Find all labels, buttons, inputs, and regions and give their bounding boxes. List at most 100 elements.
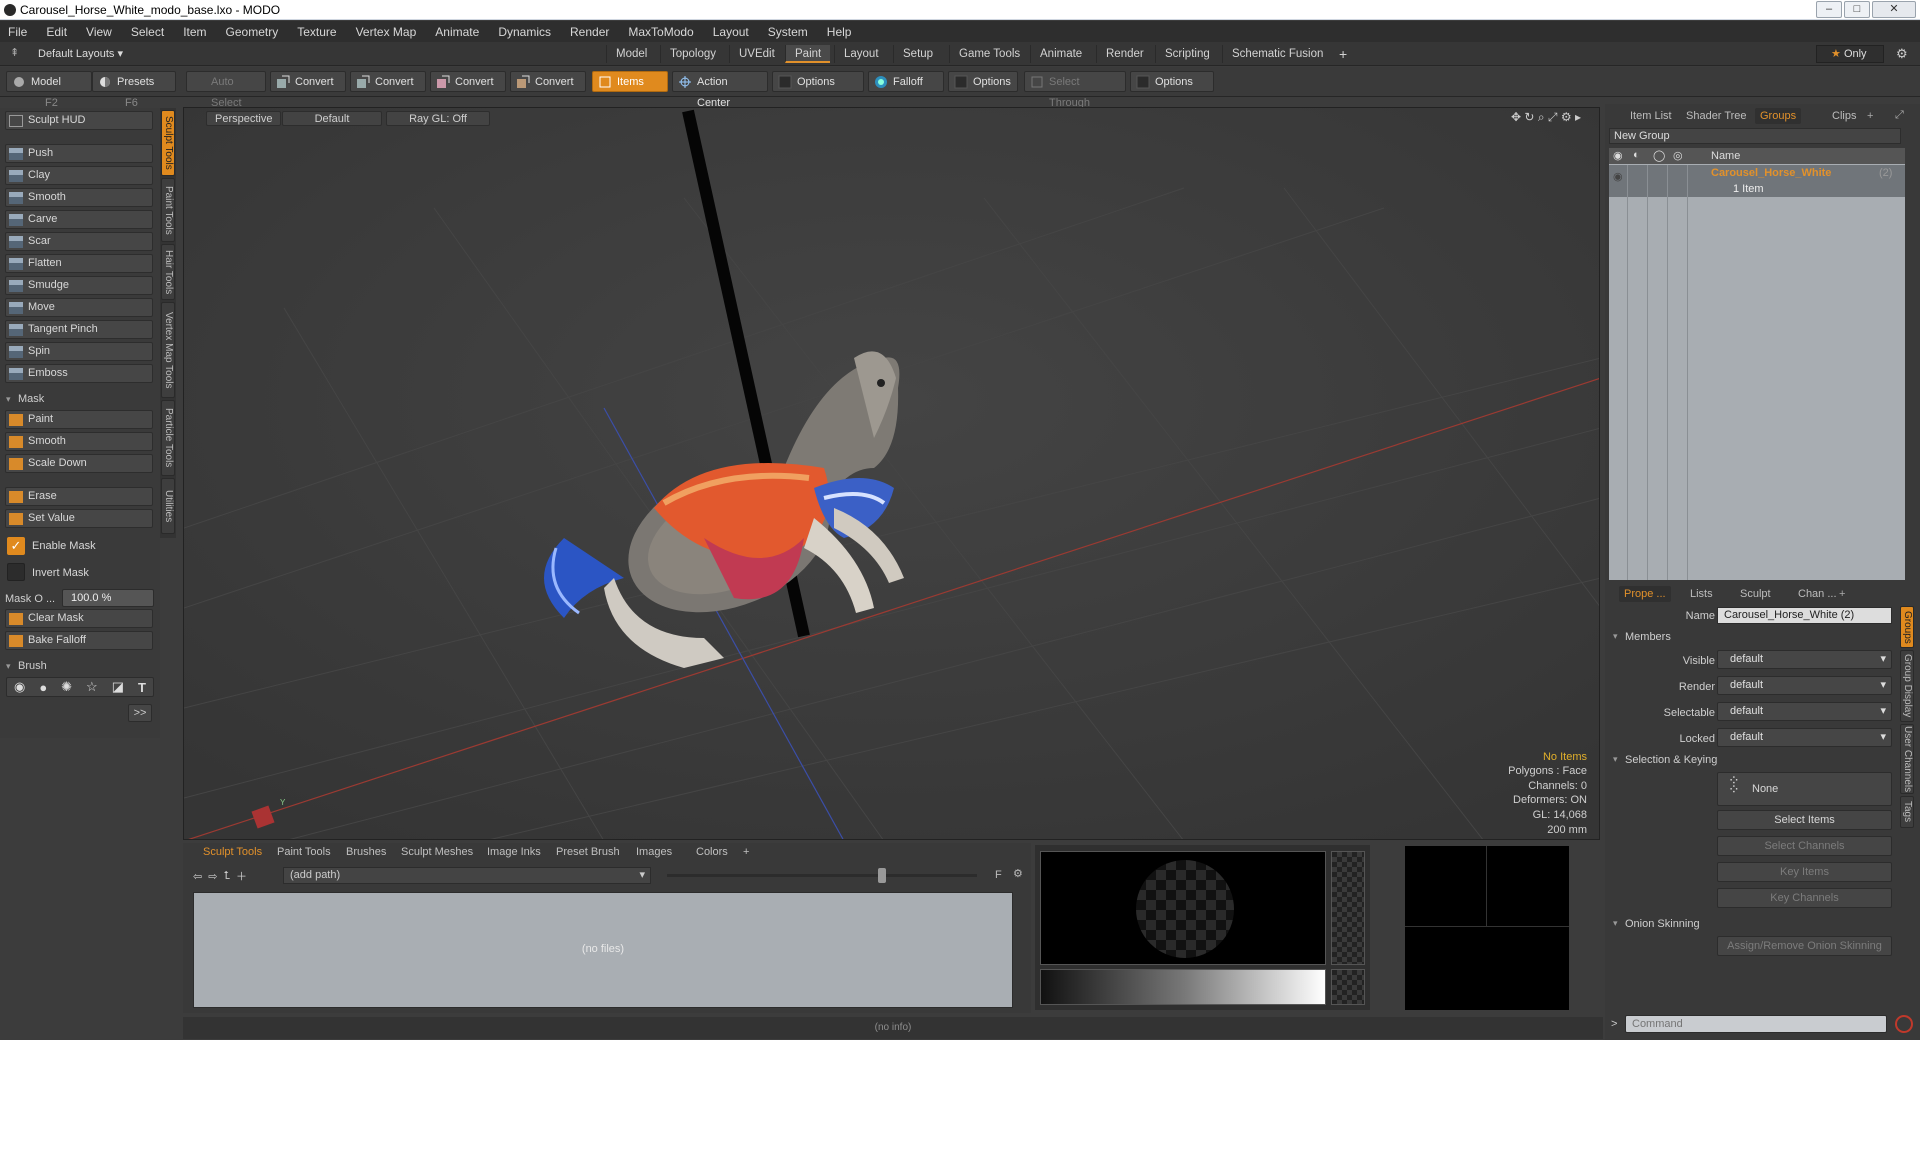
visibility-eye-icon[interactable]: ◉	[1613, 170, 1623, 183]
menu-item[interactable]: Item	[183, 25, 206, 39]
select-through-options-button[interactable]: Options	[1130, 71, 1214, 92]
convert-edges-button[interactable]: Convert	[350, 71, 426, 92]
star-brush-icon[interactable]: ☆	[86, 679, 98, 695]
menu-select[interactable]: Select	[131, 25, 164, 39]
key-items-button[interactable]: Key Items	[1717, 862, 1892, 882]
maximize-panel-icon[interactable]: ⤢	[1895, 109, 1904, 122]
tab-sculpt-meshes[interactable]: Sculpt Meshes	[401, 846, 473, 858]
vtab-vertex-map-tools[interactable]: Vertex Map Tools	[161, 302, 175, 398]
tab-image-inks[interactable]: Image Inks	[487, 846, 541, 858]
tab-images[interactable]: Images	[636, 846, 672, 858]
mask-scale-down-button[interactable]: Scale Down	[5, 454, 153, 473]
tool-carve[interactable]: Carve	[5, 210, 153, 229]
tab-game-tools[interactable]: Game Tools	[949, 45, 1029, 63]
tool-spin[interactable]: Spin	[5, 342, 153, 361]
tab-channels[interactable]: Chan ...	[1793, 586, 1842, 602]
tab-scripting[interactable]: Scripting	[1155, 45, 1219, 63]
add-browser-tab-button[interactable]: +	[743, 846, 749, 858]
menu-system[interactable]: System	[768, 25, 808, 39]
mask-smooth-button[interactable]: Smooth	[5, 432, 153, 451]
model-button[interactable]: Model F2	[6, 71, 92, 109]
action-center-options-button[interactable]: Options	[772, 71, 864, 92]
raygl-toggle[interactable]: Ray GL: Off	[386, 111, 490, 126]
lock-icon[interactable]: ◯	[1653, 149, 1665, 162]
action-center-button[interactable]: Action Center	[672, 71, 768, 109]
vtab-user-channels[interactable]: User Channels	[1900, 724, 1914, 794]
convert-materials-button[interactable]: Convert	[510, 71, 586, 92]
up-folder-icon[interactable]: ⮤	[223, 870, 230, 883]
erase-button[interactable]: Erase	[5, 487, 153, 506]
rotate-icon[interactable]: ↻	[1524, 110, 1534, 124]
tool-clay[interactable]: Clay	[5, 166, 153, 185]
menu-geometry[interactable]: Geometry	[226, 25, 279, 39]
path-dropdown[interactable]: (add path) ▾	[283, 867, 651, 884]
3d-viewport[interactable]: Y Perspective Default Ray GL: Off ✥ ↻ ⌕ …	[183, 107, 1600, 840]
add-path-icon[interactable]: ＋	[236, 868, 247, 884]
menu-help[interactable]: Help	[827, 25, 852, 39]
view-type-dropdown[interactable]: Perspective	[206, 111, 282, 126]
select-items-button[interactable]: Select Items	[1717, 810, 1892, 830]
tool-flatten[interactable]: Flatten	[5, 254, 153, 273]
only-toggle[interactable]: ★ Only	[1816, 45, 1884, 63]
tool-smooth[interactable]: Smooth	[5, 188, 153, 207]
vtab-particle-tools[interactable]: Particle Tools	[161, 400, 175, 476]
tab-shader-tree[interactable]: Shader Tree	[1681, 108, 1752, 124]
select-icon[interactable]: ◎	[1673, 149, 1683, 162]
visible-dropdown[interactable]: default	[1717, 650, 1892, 669]
splat-brush-icon[interactable]: ✺	[61, 679, 72, 695]
tab-colors[interactable]: Colors	[696, 846, 728, 858]
vtab-group-display[interactable]: Group Display	[1900, 650, 1914, 722]
vtab-paint-tools[interactable]: Paint Tools	[161, 178, 175, 242]
members-header[interactable]: Members	[1613, 631, 1671, 643]
tool-move[interactable]: Move	[5, 298, 153, 317]
file-area[interactable]: (no files)	[193, 892, 1013, 1008]
tab-sculpt-tools[interactable]: Sculpt Tools	[203, 846, 262, 858]
tab-uvedit[interactable]: UVEdit	[729, 45, 784, 63]
set-value-button[interactable]: Set Value	[5, 509, 153, 528]
selectable-dropdown[interactable]: default	[1717, 702, 1892, 721]
text-brush-icon[interactable]: T	[138, 680, 146, 695]
tab-properties[interactable]: Prope ...	[1619, 586, 1671, 602]
maximize-button[interactable]: □	[1844, 1, 1870, 18]
gear-icon[interactable]: ⚙	[1013, 867, 1023, 880]
play-icon[interactable]: ▸	[1575, 110, 1581, 124]
tab-schematic-fusion[interactable]: Schematic Fusion	[1222, 45, 1332, 63]
tab-lists[interactable]: Lists	[1685, 586, 1718, 602]
tab-topology[interactable]: Topology	[660, 45, 725, 63]
tool-smudge[interactable]: Smudge	[5, 276, 153, 295]
tab-layout[interactable]: Layout	[834, 45, 888, 63]
add-tab-icon[interactable]: +	[1867, 110, 1873, 122]
selection-set-button[interactable]: ⁘ ⁘ None	[1717, 772, 1892, 806]
thumbnail-size-slider[interactable]	[667, 874, 977, 877]
tab-brushes[interactable]: Brushes	[346, 846, 386, 858]
add-layout-tab-button[interactable]: +	[1330, 45, 1356, 63]
layouts-dropdown[interactable]: Default Layouts ▾	[38, 47, 123, 60]
tab-groups[interactable]: Groups	[1755, 108, 1802, 124]
render-dropdown[interactable]: default	[1717, 676, 1892, 695]
group-row[interactable]: ◉ Carousel_Horse_White (2) 1 Item	[1609, 165, 1905, 197]
tab-model[interactable]: Model	[606, 45, 656, 63]
clear-mask-button[interactable]: Clear Mask	[5, 609, 153, 628]
tab-animate[interactable]: Animate	[1030, 45, 1091, 63]
falloff-button[interactable]: Falloff	[868, 71, 944, 92]
command-input[interactable]	[1625, 1015, 1887, 1033]
tab-sculpt[interactable]: Sculpt	[1735, 586, 1776, 602]
menu-layout[interactable]: Layout	[713, 25, 749, 39]
key-channels-button[interactable]: Key Channels	[1717, 888, 1892, 908]
new-group-button[interactable]: New Group	[1609, 128, 1901, 144]
tab-item-list[interactable]: Item List	[1625, 108, 1677, 124]
maximize-icon[interactable]: ⤢	[1548, 110, 1558, 124]
forward-arrow-icon[interactable]: ⇨	[208, 870, 217, 883]
vtab-utilities[interactable]: Utilities	[161, 478, 175, 534]
vtab-sculpt-tools[interactable]: Sculpt Tools	[161, 110, 175, 176]
add-tab-icon[interactable]: +	[1839, 588, 1845, 600]
sculpt-hud-button[interactable]: Sculpt HUD	[5, 111, 153, 130]
tab-preset-brush[interactable]: Preset Brush	[556, 846, 620, 858]
menu-file[interactable]: File	[8, 25, 27, 39]
tab-clips[interactable]: Clips	[1827, 108, 1861, 124]
auto-select-button[interactable]: Auto Select	[186, 71, 266, 109]
gear-icon[interactable]: ⚙	[1896, 46, 1908, 62]
brush-section-header[interactable]: Brush	[4, 658, 156, 674]
tool-push[interactable]: Push	[5, 144, 153, 163]
tab-render[interactable]: Render	[1096, 45, 1153, 63]
